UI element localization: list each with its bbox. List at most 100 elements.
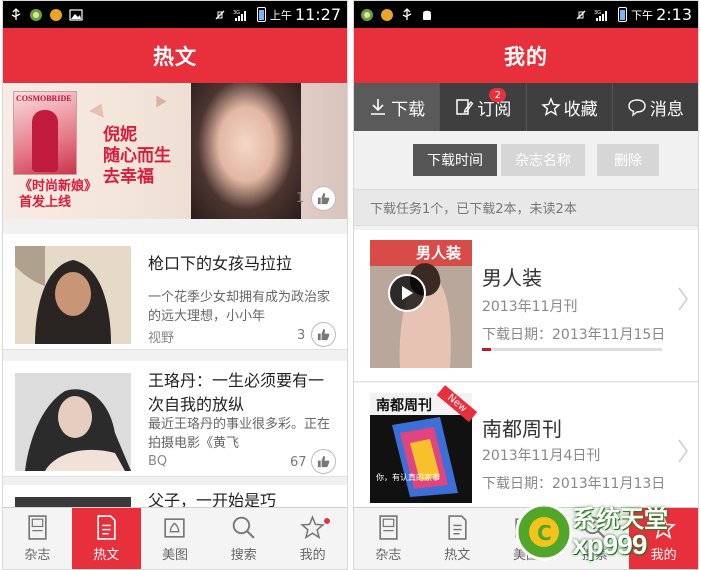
article-thumbnail (15, 373, 131, 471)
tab-mine[interactable]: 我的 (278, 508, 347, 569)
status-ampm: 上午 (269, 8, 292, 22)
tab-label: 收藏 (563, 99, 598, 120)
battery-icon (618, 7, 628, 22)
app-notification-icon (361, 8, 373, 21)
download-task-summary: 下载任务1个，已下载2本，未读2本 (354, 189, 698, 226)
download-date: 下载日期：2013年11月15日 (482, 327, 666, 343)
banner-tagline-line1: 倪妮 (103, 125, 137, 145)
magazine-cover-thumbnail: COSMOBRIDE (13, 91, 77, 175)
play-button[interactable] (388, 274, 426, 312)
cover-title: 南都周刊 (376, 398, 432, 414)
picture-icon (164, 518, 186, 538)
like-count: 3 (297, 328, 306, 343)
tab-label: 热文 (93, 548, 120, 563)
notification-dot (322, 517, 331, 525)
tab-hot-articles[interactable]: 热文 (71, 508, 141, 569)
bottom-tab-bar: 杂志 热文 美图 搜索 我的 (3, 507, 347, 569)
magazine-issue: 2013年11月4日刊 (482, 448, 601, 464)
tab-label: 杂志 (24, 548, 51, 563)
article-title: 枪口下的女孩马拉拉 (148, 254, 293, 273)
svg-text:3G: 3G (233, 10, 240, 16)
magazine-issue: 2013年11月刊 (482, 299, 578, 315)
section-tabs: 下载 订阅 2 收藏 消息 (354, 83, 698, 131)
magazine-name: 南都周刊 (482, 417, 562, 441)
magazine-cover-name: COSMOBRIDE (16, 94, 72, 103)
tab-messages[interactable]: 消息 (613, 83, 698, 131)
article-thumbnail (15, 246, 131, 344)
tab-search[interactable]: 搜索 (209, 508, 278, 569)
banner-tagline: 倪妮 随心而生 去幸福 (103, 125, 171, 188)
download-icon (371, 99, 386, 115)
sort-by-name-button[interactable]: 杂志名称 (501, 144, 585, 176)
image-icon (69, 8, 83, 21)
chevron-right-icon (678, 287, 688, 311)
featured-banner[interactable]: COSMOBRIDE 倪妮 随心而生 去幸福 《时尚新娘》 首发上线 1 (3, 83, 347, 219)
tab-pictures[interactable]: 美图 (141, 508, 210, 569)
tab-subscriptions[interactable]: 订阅 2 (440, 83, 527, 131)
tab-label: 热文 (444, 548, 471, 563)
tab-label: 搜索 (230, 548, 257, 563)
decoration-shape (151, 92, 167, 108)
message-icon (628, 99, 646, 117)
watermark-domain: xp999 (572, 529, 647, 560)
status-bar: 3G 上午 11:27 (3, 1, 347, 28)
tab-favorites[interactable]: 收藏 (527, 83, 613, 131)
article-source: BQ (148, 454, 168, 469)
like-button[interactable] (311, 322, 336, 347)
download-item[interactable]: 南都周刊 你，有认真的家事 New 南都周刊 2013年11月4日刊 下载日期：… (354, 383, 698, 509)
download-item[interactable]: 男人装 男人装 2013年11月刊 下载日期：2013年11月15日 (354, 230, 698, 382)
app-coin-icon (381, 8, 393, 21)
right-phone-screen: 3G 下午 2:13 我的 下载 订阅 2 收藏 消息 下载时间 杂志名称 删除… (353, 0, 699, 570)
delete-button[interactable]: 删除 (597, 144, 659, 176)
page-title: 我的 (354, 28, 698, 83)
article-description: 最近王珞丹的事业很多彩。正在拍摄电影《黄飞 (148, 417, 331, 451)
like-button[interactable] (311, 449, 336, 474)
svg-text:3G: 3G (594, 10, 601, 16)
android-icon (423, 10, 431, 20)
battery-icon (256, 7, 266, 22)
tab-magazine[interactable]: 杂志 (3, 508, 72, 569)
article-item[interactable]: 王珞丹：一生必须要有一次自我的放纵 最近王珞丹的事业很多彩。正在拍摄电影《黄飞 … (3, 361, 347, 477)
silent-icon (576, 10, 586, 19)
chevron-right-icon (678, 439, 688, 463)
decoration-shape (89, 100, 109, 118)
subscribe-icon (456, 99, 474, 115)
banner-tagline-line3: 去幸福 (103, 167, 154, 187)
download-progress-fill (482, 348, 491, 351)
left-phone-screen: 3G 上午 11:27 热文 COSMOBRIDE 倪妮 随心而生 去幸福 《时… (2, 0, 348, 570)
tab-downloads[interactable]: 下载 (354, 83, 441, 131)
article-icon (97, 515, 116, 540)
play-icon (402, 286, 413, 300)
tab-magazine[interactable]: 杂志 (354, 508, 423, 569)
banner-portrait-image (191, 83, 301, 219)
download-date: 下载日期：2013年11月13日 (482, 476, 666, 492)
silent-icon (215, 10, 225, 19)
tab-label: 我的 (299, 548, 326, 563)
sort-by-time-button[interactable]: 下载时间 (413, 144, 497, 176)
like-count: 1 (296, 191, 305, 206)
tab-hot-articles[interactable]: 热文 (423, 508, 492, 569)
banner-subtitle-line2: 首发上线 (19, 195, 72, 210)
thumbs-up-icon (317, 192, 330, 205)
usb-icon (402, 7, 412, 20)
status-bar: 3G 下午 2:13 (354, 1, 698, 28)
like-button[interactable] (311, 186, 336, 211)
app-notification-icon (30, 8, 42, 21)
page-title: 热文 (3, 28, 347, 83)
article-item[interactable]: 枪口下的女孩马拉拉 一个花季少女却拥有成为政治家的远大理想，小小年 视野 3 (3, 234, 347, 350)
svg-text:C: C (537, 521, 552, 545)
star-icon (300, 515, 325, 540)
thumbs-up-icon (317, 455, 330, 468)
tab-label: 下载 (391, 99, 426, 120)
signal-3g-icon: 3G (594, 10, 608, 21)
banner-tagline-line2: 随心而生 (103, 146, 171, 166)
app-coin-icon (50, 8, 62, 21)
status-clock: 2:13 (656, 5, 692, 24)
magazine-icon (379, 515, 398, 540)
banner-subtitle-line1: 《时尚新娘》 (19, 179, 98, 194)
sort-bar: 下载时间 杂志名称 删除 (354, 131, 698, 189)
status-clock: 11:27 (294, 5, 341, 24)
download-progress (482, 348, 662, 351)
banner-subtitle: 《时尚新娘》 首发上线 (19, 179, 97, 211)
tab-label: 美图 (161, 548, 188, 563)
